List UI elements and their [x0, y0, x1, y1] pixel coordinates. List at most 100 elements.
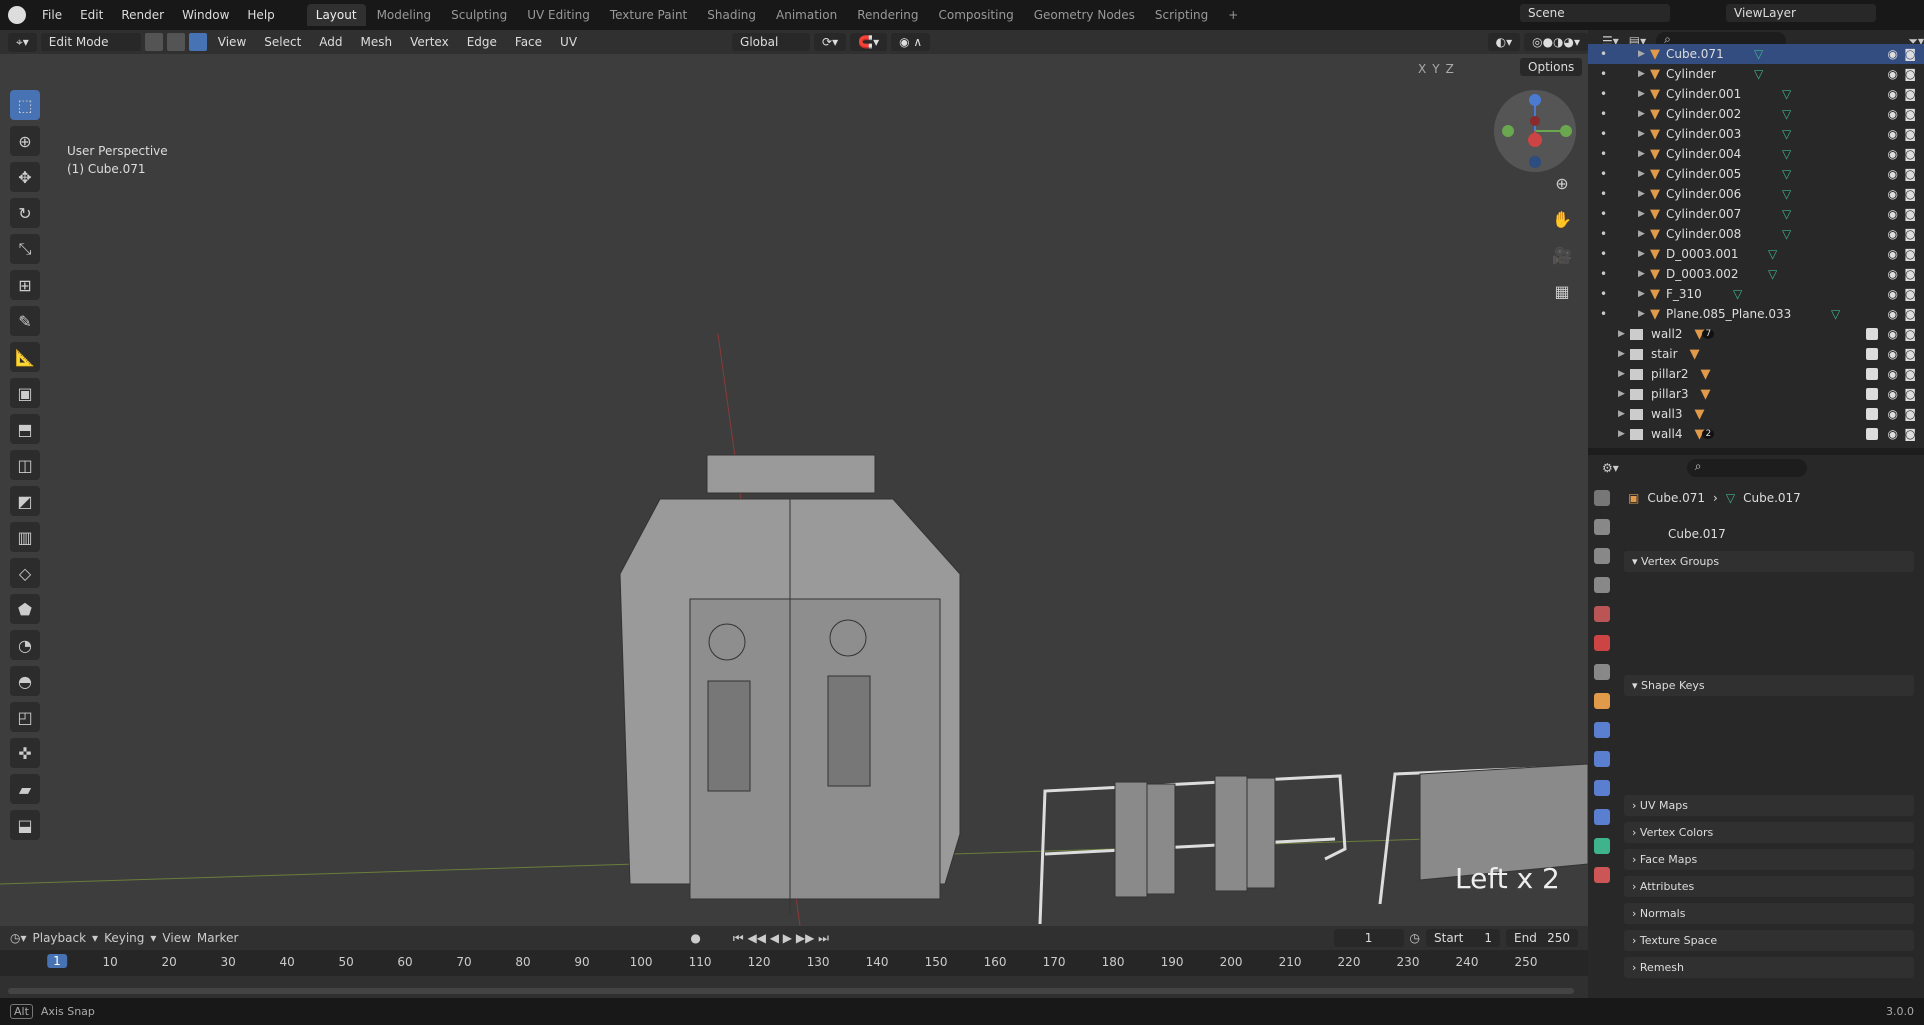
menu-select[interactable]: Select	[257, 33, 308, 51]
add-workspace-button[interactable]: +	[1219, 4, 1247, 26]
eye-icon[interactable]: ◉	[1888, 207, 1898, 221]
eye-icon[interactable]: ◉	[1888, 307, 1898, 321]
menu-window[interactable]: Window	[174, 5, 237, 25]
outliner-item[interactable]: • ▶ ▼ Cylinder.008 ▽ ◉ ◙	[1588, 224, 1924, 244]
exclude-checkbox[interactable]	[1866, 348, 1878, 360]
overlays-button[interactable]: ◐▾	[1487, 33, 1521, 51]
camera-render-icon[interactable]: ◙	[1904, 107, 1916, 121]
eye-icon[interactable]: ◉	[1888, 407, 1898, 421]
eye-icon[interactable]: ◉	[1888, 367, 1898, 381]
outliner-item[interactable]: • ▶ ▼ Cylinder.004 ▽ ◉ ◙	[1588, 144, 1924, 164]
shading-modes[interactable]: ◎●◑◕▾	[1524, 33, 1588, 51]
expand-icon[interactable]: ▶	[1618, 409, 1630, 419]
playback-controls-icon[interactable]: ⏮ ◀◀ ◀ ▶ ▶▶ ⏭	[733, 931, 829, 946]
expand-icon[interactable]: ▶	[1618, 429, 1630, 439]
eye-icon[interactable]: ◉	[1888, 227, 1898, 241]
outliner-item[interactable]: • ▶ ▼ Cylinder.002 ▽ ◉ ◙	[1588, 104, 1924, 124]
expand-icon[interactable]: ▶	[1638, 129, 1650, 139]
record-icon[interactable]: ●	[690, 931, 700, 945]
expand-icon[interactable]: ▶	[1638, 289, 1650, 299]
menu-add[interactable]: Add	[312, 33, 349, 51]
outliner-item[interactable]: • ▶ ▼ Cube.071 ▽ ◉ ◙	[1588, 44, 1924, 64]
axis-z[interactable]: Z	[1446, 62, 1454, 76]
camera-render-icon[interactable]: ◙	[1904, 247, 1916, 261]
object-tab-icon[interactable]	[1594, 693, 1610, 709]
menu-mesh[interactable]: Mesh	[354, 33, 400, 51]
panel-uv-maps[interactable]: › UV Maps	[1624, 795, 1914, 816]
menu-edit[interactable]: Edit	[72, 5, 111, 25]
camera-render-icon[interactable]: ◙	[1904, 367, 1916, 381]
exclude-checkbox[interactable]	[1866, 408, 1878, 420]
outliner-item[interactable]: ▶ pillar2 ▼ ◉ ◙	[1588, 364, 1924, 384]
shear-icon[interactable]: ▰	[10, 774, 40, 804]
camera-render-icon[interactable]: ◙	[1904, 347, 1916, 361]
eye-icon[interactable]: ◉	[1888, 387, 1898, 401]
expand-icon[interactable]: ▶	[1618, 389, 1630, 399]
outliner-item[interactable]: • ▶ ▼ F_310 ▽ ◉ ◙	[1588, 284, 1924, 304]
eye-icon[interactable]: ◉	[1888, 187, 1898, 201]
tab-scripting[interactable]: Scripting	[1146, 4, 1217, 26]
eye-icon[interactable]: ◉	[1888, 87, 1898, 101]
annotate-icon[interactable]: ✎	[10, 306, 40, 336]
menu-vertex[interactable]: Vertex	[403, 33, 456, 51]
pan-hand-icon[interactable]: ✋	[1550, 210, 1574, 234]
modifier-tab-icon[interactable]	[1594, 722, 1610, 738]
outliner-item[interactable]: • ▶ ▼ Cylinder.003 ▽ ◉ ◙	[1588, 124, 1924, 144]
camera-render-icon[interactable]: ◙	[1904, 407, 1916, 421]
menu-help[interactable]: Help	[239, 5, 282, 25]
expand-icon[interactable]: ▶	[1638, 309, 1650, 319]
expand-icon[interactable]: ▶	[1618, 369, 1630, 379]
outliner-item[interactable]: • ▶ ▼ Cylinder.005 ▽ ◉ ◙	[1588, 164, 1924, 184]
eye-icon[interactable]: ◉	[1888, 107, 1898, 121]
scale-icon[interactable]: ⤡	[10, 234, 40, 264]
properties-search[interactable]: ⌕	[1686, 459, 1807, 477]
vertex-select-button[interactable]	[144, 33, 163, 51]
exclude-checkbox[interactable]	[1866, 368, 1878, 380]
menu-keying[interactable]: Keying	[104, 931, 144, 945]
eye-icon[interactable]: ◉	[1888, 287, 1898, 301]
face-select-button[interactable]	[188, 33, 207, 51]
expand-icon[interactable]: ▶	[1618, 329, 1630, 339]
tab-compositing[interactable]: Compositing	[929, 4, 1022, 26]
proportional-edit-toggle[interactable]: ◉ ∧	[891, 33, 931, 51]
panel-vertex-colors[interactable]: › Vertex Colors	[1624, 822, 1914, 843]
select-box-icon[interactable]: ⬚	[10, 90, 40, 120]
scene-field[interactable]: Scene	[1520, 4, 1670, 22]
smooth-icon[interactable]: ◓	[10, 666, 40, 696]
eye-icon[interactable]: ◉	[1888, 327, 1898, 341]
timeline-scrollbar[interactable]	[8, 988, 1574, 994]
eye-icon[interactable]: ◉	[1888, 167, 1898, 181]
expand-icon[interactable]: ▶	[1638, 249, 1650, 259]
panel-face-maps[interactable]: › Face Maps	[1624, 849, 1914, 870]
mesh-name-field[interactable]: Cube.017	[1660, 525, 1880, 543]
shrink-fatten-icon[interactable]: ✜	[10, 738, 40, 768]
eye-icon[interactable]: ◉	[1888, 427, 1898, 441]
eye-icon[interactable]: ◉	[1888, 47, 1898, 61]
exclude-checkbox[interactable]	[1866, 328, 1878, 340]
editor-type-dropdown[interactable]: ◷▾	[10, 931, 27, 945]
vertex-groups-list[interactable]	[1632, 590, 1876, 666]
outliner-item[interactable]: • ▶ ▼ Cylinder.006 ▽ ◉ ◙	[1588, 184, 1924, 204]
outliner-item[interactable]: ▶ pillar3 ▼ ◉ ◙	[1588, 384, 1924, 404]
3d-viewport[interactable]: User Perspective (1) Cube.071 ⬚ ⊕ ✥ ↻ ⤡ …	[0, 54, 1588, 926]
inset-icon[interactable]: ◫	[10, 450, 40, 480]
material-tab-icon[interactable]	[1594, 867, 1610, 883]
tab-rendering[interactable]: Rendering	[848, 4, 927, 26]
tool-tab-icon[interactable]	[1594, 490, 1610, 506]
options-button[interactable]: Options	[1520, 58, 1583, 76]
outliner-item[interactable]: • ▶ ▼ Plane.085_Plane.033 ▽ ◉ ◙	[1588, 304, 1924, 324]
poly-build-icon[interactable]: ⬟	[10, 594, 40, 624]
camera-render-icon[interactable]: ◙	[1904, 427, 1916, 441]
expand-icon[interactable]: ▶	[1638, 109, 1650, 119]
expand-icon[interactable]: ▶	[1638, 269, 1650, 279]
transform-icon[interactable]: ⊞	[10, 270, 40, 300]
zoom-icon[interactable]: ⊕	[1550, 174, 1574, 198]
scene-tab-icon[interactable]	[1594, 606, 1610, 622]
camera-render-icon[interactable]: ◙	[1904, 47, 1916, 61]
panel-vertex-groups[interactable]: ▾ Vertex Groups	[1624, 551, 1914, 572]
measure-icon[interactable]: 📐	[10, 342, 40, 372]
axis-y[interactable]: Y	[1432, 62, 1439, 76]
current-frame-field[interactable]: 1	[1333, 929, 1404, 947]
loop-cut-icon[interactable]: ▥	[10, 522, 40, 552]
menu-render[interactable]: Render	[113, 5, 172, 25]
